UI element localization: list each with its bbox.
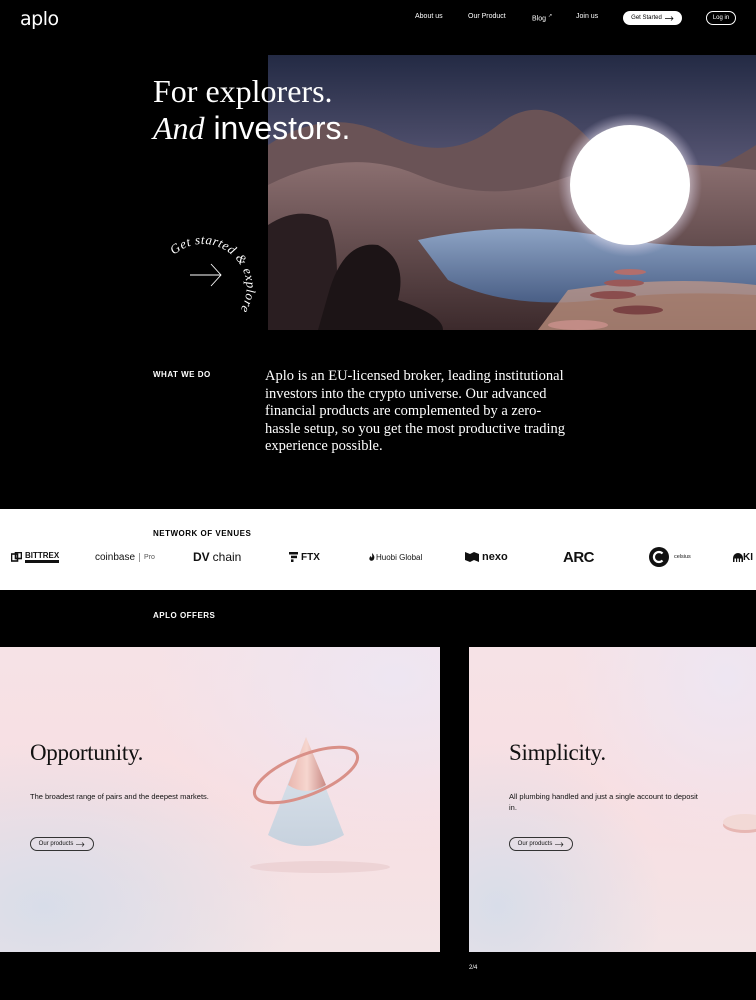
kraken-icon [733, 552, 743, 562]
nav-about-us[interactable]: About us [415, 13, 443, 20]
venue-celsius-label: celsius [674, 554, 691, 560]
venue-divider [139, 552, 141, 562]
explore-cta-text: Get started & explore [167, 232, 259, 316]
top-nav: About us Our Product Blog ↗ Join us Get S… [0, 11, 756, 25]
nav-our-product[interactable]: Our Product [468, 13, 506, 20]
hero-title-rest: investors. [204, 110, 351, 146]
bittrex-icon [11, 551, 22, 562]
our-products-button[interactable]: Our products [30, 837, 94, 851]
login-button[interactable]: Log in [706, 11, 736, 25]
offer-card-simplicity: Simplicity. All plumbing handled and jus… [469, 647, 756, 952]
venue-dvchain-b: chain [212, 550, 242, 564]
cone-ring-illustration [250, 737, 390, 873]
offer-card-text: All plumbing handled and just a single a… [509, 792, 698, 812]
our-products-label: Our products [38, 841, 74, 847]
venue-nexo: nexo [465, 549, 508, 565]
offer-card-title: Simplicity. [509, 740, 606, 765]
venue-coinbase-pro: Pro [144, 553, 155, 561]
venue-ftx-label: FTX [301, 551, 320, 563]
celsius-icon [649, 547, 669, 567]
arrow-right-icon [555, 841, 564, 847]
network-of-venues: NETWORK OF VENUES BITTREX coinbase Pro D… [0, 509, 756, 590]
get-started-button[interactable]: Get Started [623, 11, 682, 25]
nav-blog-label: Blog [532, 15, 547, 23]
venue-ftx: FTX [289, 549, 320, 565]
explore-cta[interactable]: Get started & explore [160, 222, 260, 322]
huobi-flame-icon [369, 552, 375, 561]
what-we-do-label: WHAT WE DO [153, 370, 211, 379]
venue-arc: ARC [563, 548, 595, 566]
disc-illustration [723, 814, 756, 833]
network-label: NETWORK OF VENUES [153, 529, 252, 538]
venue-partial: KI [733, 549, 753, 565]
hero-title: For explorers. And investors. [153, 73, 350, 147]
venue-arc-label: ARC [563, 548, 595, 566]
venue-nexo-label: nexo [482, 551, 508, 563]
venue-partial-label: KI [743, 551, 753, 563]
venue-bittrex-label: BITTREX [25, 551, 60, 563]
get-started-label: Get Started [631, 15, 662, 21]
venue-celsius: celsius [649, 546, 691, 568]
ftx-icon [289, 552, 298, 562]
our-products-button[interactable]: Our products [509, 837, 573, 851]
nav-join-us[interactable]: Join us [576, 13, 598, 20]
venue-huobi-label: Huobi Global [376, 552, 423, 562]
arrow-right-icon [664, 15, 674, 21]
venue-dvchain-a: DV [193, 550, 210, 564]
hero-title-line1: For explorers. [153, 73, 333, 109]
external-link-icon: ↗ [548, 13, 553, 19]
offer-card-title: Opportunity. [30, 740, 144, 765]
venue-dvchain: DV chain [193, 549, 241, 565]
venue-bittrex: BITTREX [11, 549, 60, 565]
venue-huobi: Huobi Global [369, 549, 422, 565]
venue-coinbase: coinbase Pro [95, 549, 155, 565]
what-we-do-text: Aplo is an EU-licensed broker, leading i… [265, 368, 566, 454]
offer-card-text: The broadest range of pairs and the deep… [30, 792, 209, 801]
nexo-icon [465, 552, 479, 562]
hero-title-italic: And [153, 110, 205, 146]
arrow-right-icon [190, 263, 222, 287]
our-products-label: Our products [517, 841, 553, 847]
offer-card-opportunity: Opportunity. The broadest range of pairs… [0, 647, 440, 952]
arrow-right-icon [76, 841, 85, 847]
venue-coinbase-label: coinbase [95, 551, 136, 563]
carousel-pager: 2/4 [469, 965, 478, 971]
hero-title-line2: And investors. [153, 110, 350, 147]
aplo-offers-label: APLO OFFERS [153, 611, 216, 620]
nav-blog[interactable]: Blog ↗ [532, 13, 552, 22]
